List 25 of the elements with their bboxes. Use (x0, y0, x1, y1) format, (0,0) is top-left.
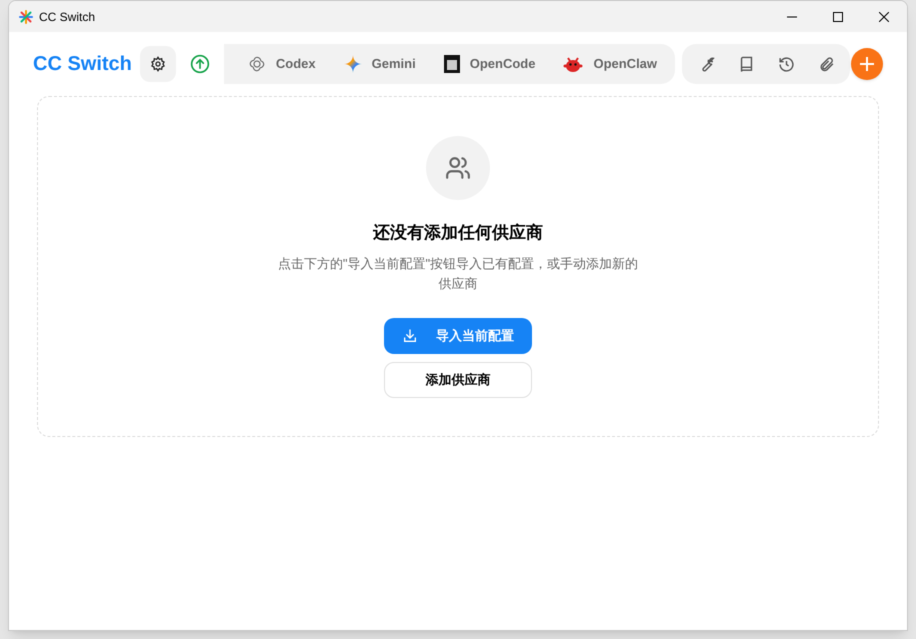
knot-logo-icon (248, 55, 266, 73)
close-icon (879, 12, 889, 22)
app-logo-icon (19, 10, 33, 24)
app-name: CC Switch (33, 52, 132, 77)
plus-icon (860, 57, 874, 71)
sparkle-logo-icon (344, 55, 362, 73)
empty-state-description: 点击下方的"导入当前配置"按钮导入已有配置，或手动添加新的供应商 (277, 254, 639, 292)
import-config-button[interactable]: 导入当前配置 (384, 318, 532, 354)
add-button[interactable] (851, 48, 883, 80)
history-icon (778, 56, 795, 72)
creature-logo-icon (563, 55, 584, 73)
app-tab[interactable]: Codex (236, 48, 328, 80)
users-icon (445, 155, 471, 181)
download-icon (402, 328, 418, 344)
settings-icon (150, 56, 166, 72)
add-provider-button[interactable]: 添加供应商 (384, 362, 532, 398)
app-tab[interactable]: Gemini (332, 48, 428, 80)
app-tab[interactable]: OpenClaw (551, 48, 670, 80)
maximize-icon (833, 12, 843, 22)
paperclip-icon (818, 56, 835, 72)
settings-button[interactable] (140, 46, 176, 82)
window-title: CC Switch (39, 8, 96, 26)
empty-state-title: 还没有添加任何供应商 (373, 222, 543, 244)
terminal-logo-icon (444, 55, 460, 73)
app-tab[interactable]: OpenCode (432, 48, 548, 80)
